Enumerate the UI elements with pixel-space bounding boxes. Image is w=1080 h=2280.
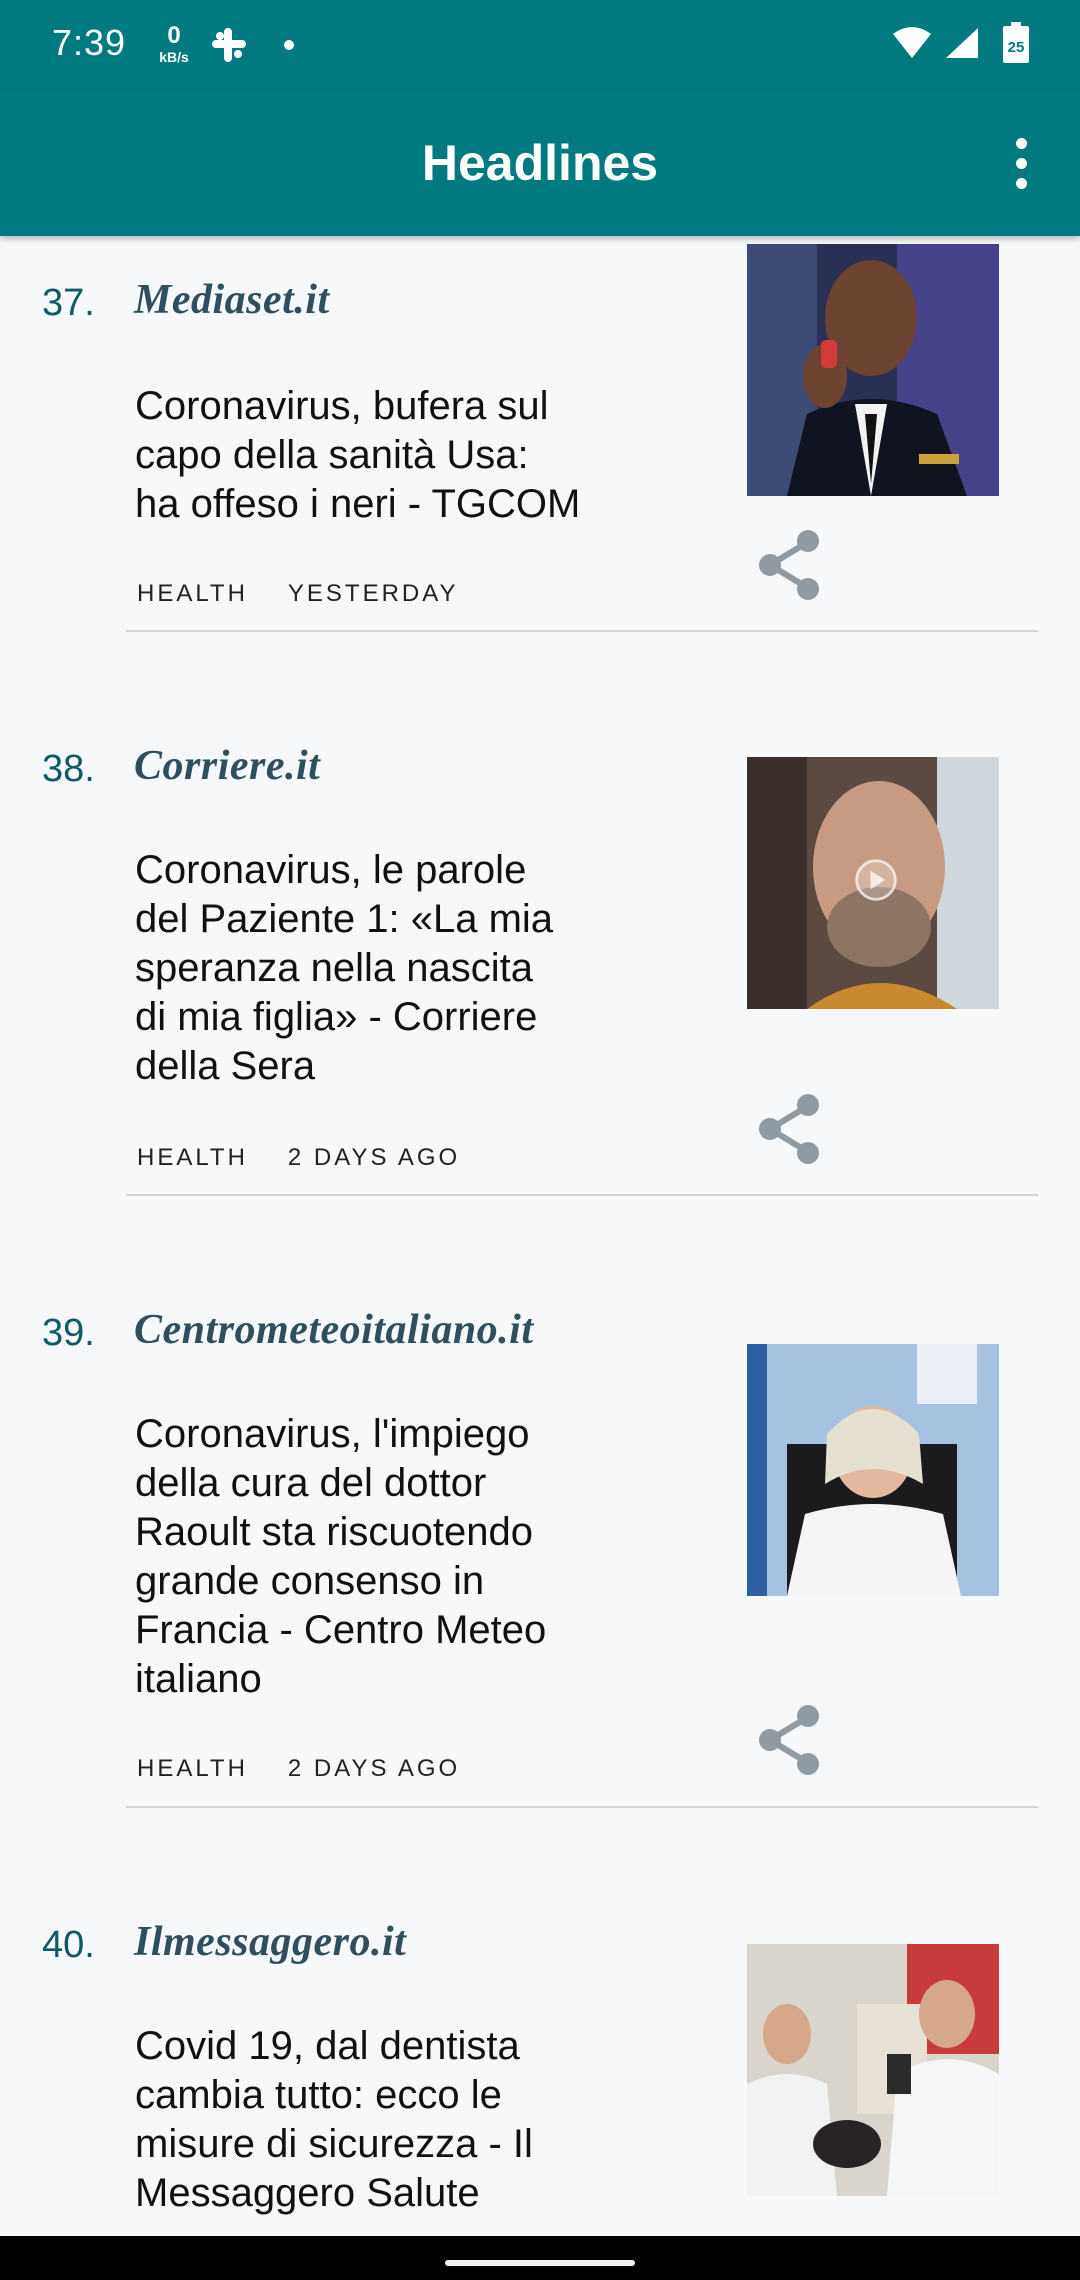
article-source[interactable]: Ilmessaggero.it [134, 1918, 406, 1966]
article-source[interactable]: Mediaset.it [134, 276, 330, 324]
article-meta: HEALTH YESTERDAY [137, 580, 499, 608]
article-headline[interactable]: Coronavirus, l'impiego della cura del do… [135, 1410, 635, 1704]
divider [126, 1194, 1038, 1196]
notification-dot-icon [284, 40, 294, 50]
article-rank: 38. [42, 748, 95, 790]
share-icon[interactable] [754, 1092, 824, 1166]
article-source[interactable]: Centrometeoitaliano.it [134, 1306, 534, 1354]
article-category: HEALTH [137, 1144, 248, 1171]
signal-icon [946, 28, 978, 58]
article-headline[interactable]: Covid 19, dal dentista cambia tutto: ecc… [135, 2022, 635, 2218]
article-time: 2 DAYS AGO [287, 1144, 461, 1171]
wifi-icon [893, 27, 931, 58]
status-bar: 7:39 0 kB/s 25 [0, 0, 1080, 90]
dentist-at-work-image[interactable] [747, 1944, 999, 2196]
bald-man-video-image[interactable] [747, 757, 999, 1009]
divider [126, 1806, 1038, 1808]
article-rank: 39. [42, 1312, 95, 1354]
divider [126, 630, 1038, 632]
network-speed: 0 kB/s [156, 22, 192, 65]
headline-feed[interactable]: 37. Mediaset.it Coronavirus, bufera sul … [0, 236, 1080, 2236]
share-icon[interactable] [754, 1703, 824, 1777]
article-source[interactable]: Corriere.it [134, 742, 320, 790]
article-headline[interactable]: Coronavirus, le parole del Paziente 1: «… [135, 846, 635, 1091]
network-speed-unit: kB/s [159, 49, 189, 65]
article-meta: HEALTH 2 DAYS AGO [137, 1144, 500, 1172]
home-gesture-handle[interactable] [445, 2260, 635, 2266]
more-options-icon[interactable] [1006, 138, 1038, 190]
doctor-in-white-coat-image[interactable] [747, 1344, 999, 1596]
article-headline[interactable]: Coronavirus, bufera sul capo della sanit… [135, 382, 635, 529]
battery-level: 25 [1008, 39, 1025, 56]
status-time: 7:39 [52, 22, 127, 63]
man-in-uniform-with-inhaler-image[interactable] [747, 244, 999, 496]
article-category: HEALTH [137, 580, 248, 607]
network-speed-value: 0 [167, 22, 181, 49]
article-time: 2 DAYS AGO [287, 1755, 461, 1782]
article-time: YESTERDAY [287, 580, 459, 607]
battery-icon: 25 [1003, 22, 1029, 63]
article-rank: 40. [42, 1924, 95, 1966]
app-bar: Headlines [0, 90, 1080, 236]
page-title: Headlines [421, 135, 659, 191]
article-category: HEALTH [137, 1755, 248, 1782]
play-icon[interactable] [853, 857, 899, 903]
slack-icon [212, 28, 246, 62]
article-rank: 37. [42, 282, 95, 324]
share-icon[interactable] [754, 528, 824, 602]
article-meta: HEALTH 2 DAYS AGO [137, 1755, 500, 1783]
system-nav-bar [0, 2236, 1080, 2280]
